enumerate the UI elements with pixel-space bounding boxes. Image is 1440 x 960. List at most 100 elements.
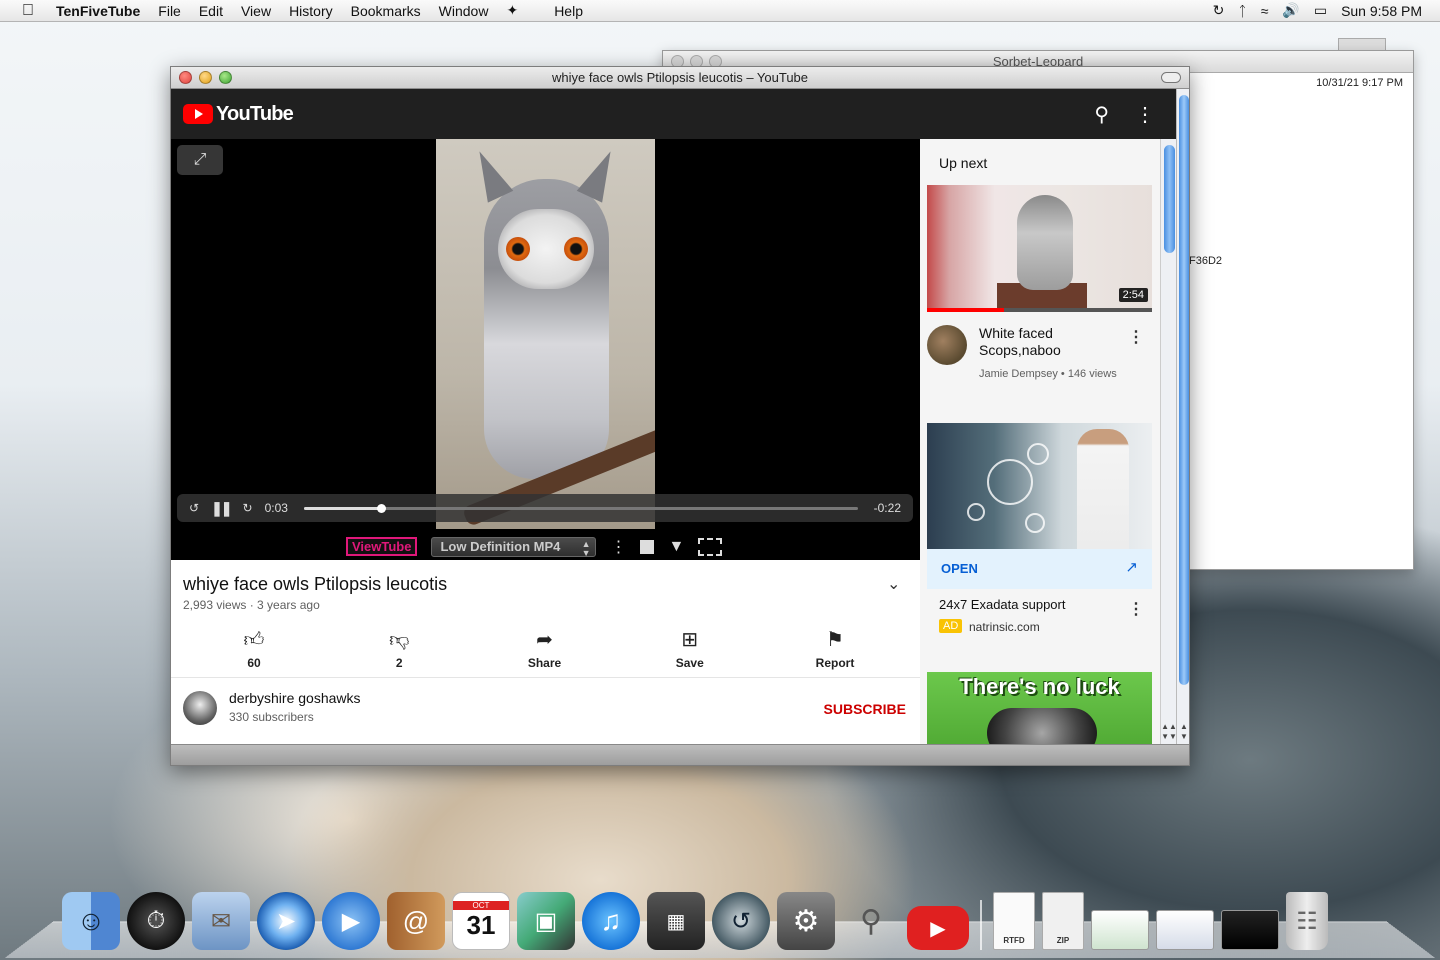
progress-bar[interactable] [303,503,858,513]
video-player[interactable]: ⤢ ↺ ❚❚ ↻ 0:03 -0:22 ViewTube Low Definit… [171,139,920,560]
menu-history[interactable]: History [289,3,333,19]
ad-title[interactable]: 24x7 Exadata support [939,597,1065,612]
menu-view[interactable]: View [241,3,271,19]
search-icon[interactable]: ⚲ [1094,102,1109,127]
time-machine-icon[interactable]: ↻ [1213,2,1225,19]
time-machine-dock-icon[interactable]: ↺ [712,892,770,950]
dashboard-icon[interactable]: ⏱ [127,892,185,950]
banner-ad[interactable]: There's no luck [927,672,1152,744]
ical-icon[interactable]: OCT 31 [452,892,510,950]
like-button[interactable]: 👍︎ 60 [189,626,319,670]
minimize-button[interactable] [199,71,212,84]
fullscreen-icon[interactable] [698,537,723,556]
itunes-icon[interactable]: ♫ [582,892,640,950]
format-select-value: Low Definition MP4 [440,538,561,554]
youtube-logo-icon[interactable] [183,104,213,124]
subscribe-button[interactable]: SUBSCRIBE [824,701,906,717]
spaces-icon[interactable]: ▦ [647,892,705,950]
script-menu-icon[interactable]: ✦ [506,2,518,19]
player-controls: ↺ ❚❚ ↻ 0:03 -0:22 [177,494,913,522]
zip-archive-icon[interactable]: ZIP [1042,892,1084,950]
main-window-titlebar[interactable]: whiye face owls Ptilopsis leucotis – You… [171,67,1189,89]
system-preferences-icon[interactable]: ⚙ [777,892,835,950]
minimized-window-icon[interactable] [1221,910,1279,950]
menu-bookmarks[interactable]: Bookmarks [351,3,421,19]
ad-open-button[interactable]: OPEN [941,561,978,576]
youtube-logo-text[interactable]: YouTube [216,103,294,126]
share-button[interactable]: ➦ Share [480,626,610,670]
directory-utility-icon[interactable]: ⚲ [842,892,900,950]
menu-help[interactable]: Help [554,3,583,19]
rewind-15-icon[interactable]: ↺ [189,501,199,515]
progress-knob[interactable] [377,503,387,513]
apple-menu-icon[interactable]:  [0,2,56,20]
report-button[interactable]: ⚑ Report [770,626,900,670]
video-frame[interactable] [436,139,655,529]
menu-app-name[interactable]: TenFiveTube [56,3,140,19]
facetime-icon[interactable]: ▶ [322,892,380,950]
finder-icon[interactable]: ☺ [62,892,120,950]
recommendation-thumbnail[interactable]: 2:54 [927,185,1152,312]
owl-ear-right [576,145,624,203]
address-book-icon[interactable]: @ [387,892,445,950]
recommendation-title[interactable]: White faced Scops,naboo [979,325,1119,359]
miniplayer-expand-icon[interactable]: ⤢ [177,145,223,175]
stop-icon[interactable] [640,539,655,554]
viewtube-menu-icon[interactable]: ⋮ [610,537,626,557]
dislike-button[interactable]: 👎︎ 2 [334,626,464,670]
safari-icon[interactable]: ➤ [257,892,315,950]
zoom-button[interactable] [219,71,232,84]
like-count: 60 [247,656,261,670]
forward-15-icon[interactable]: ↻ [243,501,253,515]
viewtube-label[interactable]: ViewTube [346,537,418,556]
channel-name[interactable]: derbyshire goshawks [229,690,361,706]
download-arrow-icon[interactable]: ▼ [668,538,684,556]
ad-image[interactable] [927,423,1152,549]
save-button[interactable]: ⊞ Save [625,626,755,670]
channel-avatar[interactable] [183,691,217,725]
toolbar-toggle-button[interactable] [1161,72,1181,83]
menu-edit[interactable]: Edit [199,3,223,19]
recommendation-channel-avatar[interactable] [927,325,967,365]
share-label: Share [527,656,562,670]
ad-open-bar[interactable]: OPEN ↗ [927,549,1152,589]
more-options-icon[interactable]: ⋮ [1135,102,1155,127]
ad-menu-icon[interactable]: ⋮ [1128,599,1144,619]
iphoto-icon[interactable]: ▣ [517,892,575,950]
chevron-down-icon[interactable]: ⌄ [887,574,900,594]
video-meta: 2,993 views · 3 years ago [183,598,320,612]
mail-icon[interactable]: ✉ [192,892,250,950]
report-label: Report [815,656,855,670]
external-link-icon[interactable]: ↗ [1125,558,1138,576]
ad-person [1077,429,1129,549]
trash-icon[interactable]: ☷ [1286,892,1328,950]
page-scrollbar[interactable]: ▲ ▼ [1176,89,1189,744]
scroll-arrows-icon[interactable]: ▲▲ ▼▼ [1161,722,1177,742]
format-select[interactable]: Low Definition MP4 ▲ ▼ [431,536,597,557]
scroll-arrows-icon[interactable]: ▲ ▼ [1177,722,1189,742]
rtfd-document-icon[interactable]: RTFD [993,892,1035,950]
banner-ad-headline: There's no luck [959,674,1120,699]
minimized-window-icon[interactable] [1156,910,1214,950]
main-window-title: whiye face owls Ptilopsis leucotis – You… [551,70,809,85]
watched-progress [927,308,1004,312]
menu-window[interactable]: Window [439,3,489,19]
volume-icon[interactable]: 🔊 [1282,2,1299,19]
minimized-window-icon[interactable] [1091,910,1149,950]
recommendation-menu-icon[interactable]: ⋮ [1128,327,1144,347]
menu-file[interactable]: File [158,3,181,19]
sidebar-scroll-thumb[interactable] [1164,145,1175,253]
close-button[interactable] [179,71,192,84]
save-label: Save [675,656,704,670]
wifi-icon[interactable]: ≈ [1261,3,1269,19]
sidebar-scrollbar[interactable]: ▲▲ ▼▼ [1160,139,1177,744]
menu-clock[interactable]: Sun 9:58 PM [1341,3,1422,19]
video-info: whiye face owls Ptilopsis leucotis 2,993… [171,560,920,744]
recommendation-byline: Jamie Dempsey • 146 views [979,368,1117,380]
youtube-app-icon[interactable]: ▶ [907,906,969,950]
calendar-month: OCT [453,901,509,910]
pause-icon[interactable]: ❚❚ [211,500,233,517]
battery-icon[interactable]: ▭ [1314,2,1327,19]
page-scroll-thumb[interactable] [1179,95,1189,685]
bluetooth-icon[interactable]: ᛏ [1238,3,1246,19]
